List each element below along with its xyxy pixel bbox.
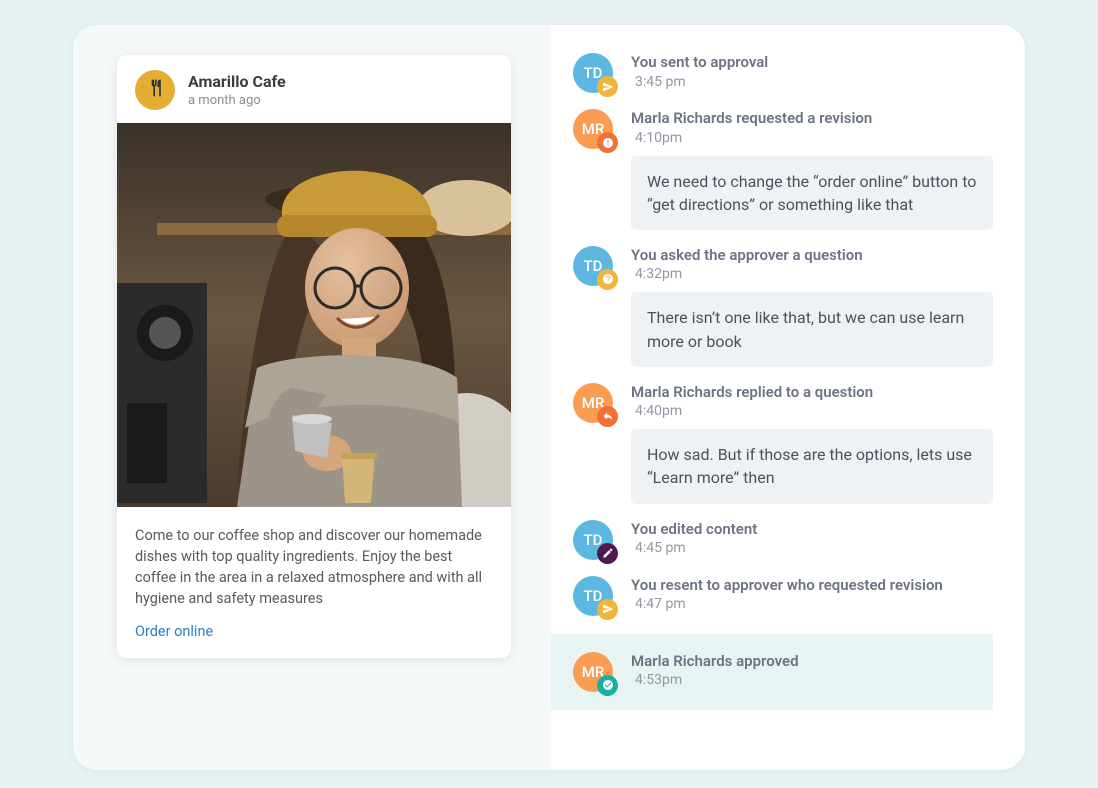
post-preview-panel: Amarillo Cafe a month ago [73, 25, 551, 770]
post-cta-link[interactable]: Order online [135, 623, 213, 640]
post-text: Come to our coffee shop and discover our… [135, 525, 491, 609]
post-time-ago: a month ago [188, 93, 286, 108]
entry-title: You asked the approver a question [631, 246, 993, 266]
avatar: TD [573, 246, 613, 286]
entry-time: 4:40pm [635, 403, 993, 419]
avatar: MR [573, 652, 613, 692]
entry-title: Marla Richards approved [631, 652, 993, 672]
question-icon [597, 269, 618, 290]
timeline-entry-reply: MR Marla Richards replied to a question … [551, 383, 993, 504]
entry-time: 4:47 pm [635, 596, 993, 612]
entry-time: 4:32pm [635, 266, 993, 282]
timeline-entry-question: TD You asked the approver a question 4:3… [551, 246, 993, 367]
avatar: MR [573, 109, 613, 149]
avatar: MR [573, 383, 613, 423]
entry-time: 3:45 pm [635, 74, 993, 90]
timeline-entry-edited: TD You edited content 4:45 pm [551, 520, 993, 560]
timeline-entry-sent-approval: TD You sent to approval 3:45 pm [551, 53, 993, 93]
entry-time: 4:45 pm [635, 540, 993, 556]
alert-icon [597, 132, 618, 153]
fork-knife-icon [145, 78, 165, 102]
entry-title: You edited content [631, 520, 993, 540]
avatar: TD [573, 576, 613, 616]
avatar: TD [573, 520, 613, 560]
checkmark-icon [597, 675, 618, 696]
post-header: Amarillo Cafe a month ago [117, 55, 511, 123]
reply-icon [597, 406, 618, 427]
timeline-entry-approved: MR Marla Richards approved 4:53pm [551, 634, 993, 710]
entry-title: Marla Richards replied to a question [631, 383, 993, 403]
entry-message: We need to change the “order online” but… [631, 156, 993, 230]
post-image [117, 123, 511, 507]
avatar: TD [573, 53, 613, 93]
timeline-entry-resent: TD You resent to approver who requested … [551, 576, 993, 616]
business-avatar [135, 70, 175, 110]
entry-message: How sad. But if those are the options, l… [631, 429, 993, 503]
entry-message: There isn’t one like that, but we can us… [631, 292, 993, 366]
entry-title: Marla Richards requested a revision [631, 109, 993, 129]
post-card: Amarillo Cafe a month ago [117, 55, 511, 658]
app-container: Amarillo Cafe a month ago [73, 25, 1025, 770]
entry-time: 4:53pm [635, 672, 993, 688]
send-icon [597, 599, 618, 620]
post-page-name: Amarillo Cafe [188, 72, 286, 91]
entry-time: 4:10pm [635, 130, 993, 146]
timeline-entry-revision: MR Marla Richards requested a revision 4… [551, 109, 993, 230]
activity-timeline: TD You sent to approval 3:45 pm MR Marla… [551, 25, 1025, 770]
post-body: Come to our coffee shop and discover our… [117, 507, 511, 658]
entry-title: You resent to approver who requested rev… [631, 576, 993, 596]
edit-icon [597, 543, 618, 564]
send-icon [597, 76, 618, 97]
entry-title: You sent to approval [631, 53, 993, 73]
